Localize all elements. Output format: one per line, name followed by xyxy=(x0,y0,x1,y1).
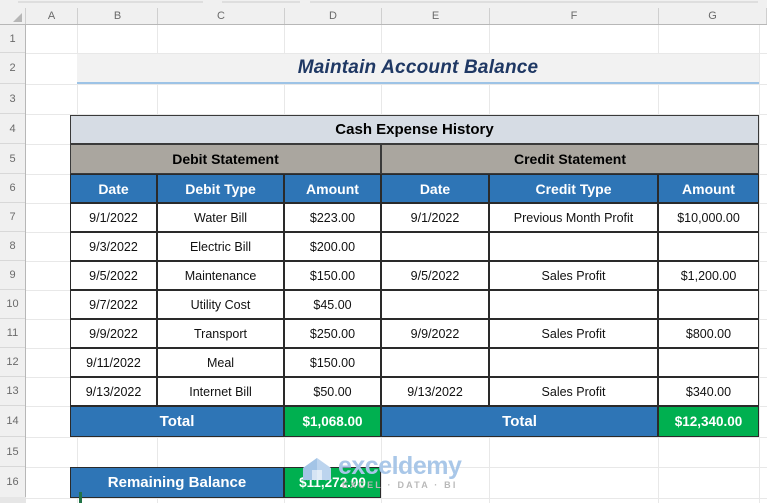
row-header-11[interactable]: 11 xyxy=(0,319,25,348)
ribbon-remnant-strip xyxy=(0,0,767,8)
worksheet-grid[interactable]: Maintain Account Balance Cash Expense Hi… xyxy=(26,25,767,503)
cell-debit-date[interactable]: 9/1/2022 xyxy=(70,203,157,232)
total-label-credit: Total xyxy=(381,406,658,437)
column-header-b[interactable]: B xyxy=(78,8,158,24)
group-header-credit: Credit Statement xyxy=(381,144,759,174)
total-label-debit: Total xyxy=(70,406,284,437)
row-header-2[interactable]: 2 xyxy=(0,53,25,84)
cell-debit-date[interactable]: 9/11/2022 xyxy=(70,348,157,377)
cell-credit-type[interactable] xyxy=(489,348,658,377)
select-all-corner[interactable] xyxy=(0,8,26,24)
cell-credit-date[interactable] xyxy=(381,348,489,377)
cell-debit-type[interactable]: Maintenance xyxy=(157,261,284,290)
table-caption: Cash Expense History xyxy=(70,115,759,144)
cell-debit-amount[interactable]: $50.00 xyxy=(284,377,381,406)
cell-debit-type[interactable]: Electric Bill xyxy=(157,232,284,261)
cell-debit-type[interactable]: Utility Cost xyxy=(157,290,284,319)
gridline xyxy=(26,498,767,499)
cell-debit-type[interactable]: Transport xyxy=(157,319,284,348)
cell-debit-date[interactable]: 9/13/2022 xyxy=(70,377,157,406)
total-value-debit: $1,068.00 xyxy=(284,406,381,437)
ribbon-segment xyxy=(310,1,758,3)
cell-debit-amount[interactable]: $200.00 xyxy=(284,232,381,261)
cell-credit-amount[interactable] xyxy=(658,348,759,377)
cell-credit-amount[interactable]: $800.00 xyxy=(658,319,759,348)
row-header-16[interactable]: 16 xyxy=(0,467,25,498)
column-header-d[interactable]: D xyxy=(285,8,382,24)
cell-credit-date[interactable]: 9/1/2022 xyxy=(381,203,489,232)
remaining-balance-value: $11,272.00 xyxy=(284,467,381,498)
cell-credit-date[interactable] xyxy=(381,232,489,261)
row-header-3[interactable]: 3 xyxy=(0,84,25,114)
cell-credit-type[interactable]: Sales Profit xyxy=(489,377,658,406)
cell-debit-amount[interactable]: $45.00 xyxy=(284,290,381,319)
row-header-gutter: 1 2 3 4 5 6 7 8 9 10 11 12 13 14 15 16 xyxy=(0,25,26,503)
cell-debit-amount[interactable]: $250.00 xyxy=(284,319,381,348)
cell-credit-amount[interactable]: $1,200.00 xyxy=(658,261,759,290)
row-header-5[interactable]: 5 xyxy=(0,144,25,174)
cell-debit-date[interactable]: 9/7/2022 xyxy=(70,290,157,319)
column-header-c[interactable]: C xyxy=(158,8,285,24)
row-header-15[interactable]: 15 xyxy=(0,437,25,467)
bottom-gutter-strip xyxy=(0,497,26,503)
cell-credit-amount[interactable]: $10,000.00 xyxy=(658,203,759,232)
column-label-credit-date: Date xyxy=(381,174,489,203)
cell-credit-type[interactable] xyxy=(489,232,658,261)
remaining-balance-label: Remaining Balance xyxy=(70,467,284,498)
select-all-triangle-icon xyxy=(13,13,22,22)
cell-credit-amount[interactable]: $340.00 xyxy=(658,377,759,406)
page-title: Maintain Account Balance xyxy=(77,54,759,84)
row-header-10[interactable]: 10 xyxy=(0,290,25,319)
gridline xyxy=(759,25,760,503)
cell-debit-amount[interactable]: $223.00 xyxy=(284,203,381,232)
row-header-1[interactable]: 1 xyxy=(0,25,25,53)
row-header-9[interactable]: 9 xyxy=(0,261,25,290)
cell-credit-type[interactable]: Previous Month Profit xyxy=(489,203,658,232)
ribbon-segment xyxy=(18,1,203,3)
ribbon-segment xyxy=(222,1,300,3)
cell-debit-type[interactable]: Meal xyxy=(157,348,284,377)
cell-debit-amount[interactable]: $150.00 xyxy=(284,261,381,290)
cell-credit-type[interactable]: Sales Profit xyxy=(489,319,658,348)
gridline xyxy=(26,84,767,85)
cell-credit-date[interactable]: 9/13/2022 xyxy=(381,377,489,406)
column-label-debit-amount: Amount xyxy=(284,174,381,203)
row-header-12[interactable]: 12 xyxy=(0,348,25,377)
column-header-f[interactable]: F xyxy=(490,8,659,24)
group-header-debit: Debit Statement xyxy=(70,144,381,174)
row-header-8[interactable]: 8 xyxy=(0,232,25,261)
column-label-credit-amount: Amount xyxy=(658,174,759,203)
cell-credit-date[interactable]: 9/9/2022 xyxy=(381,319,489,348)
cell-credit-amount[interactable] xyxy=(658,290,759,319)
column-header-g[interactable]: G xyxy=(659,8,767,24)
cell-debit-date[interactable]: 9/5/2022 xyxy=(70,261,157,290)
cell-credit-date[interactable]: 9/5/2022 xyxy=(381,261,489,290)
total-value-credit: $12,340.00 xyxy=(658,406,759,437)
column-header-a[interactable]: A xyxy=(26,8,78,24)
column-label-debit-date: Date xyxy=(70,174,157,203)
row-header-4[interactable]: 4 xyxy=(0,114,25,144)
column-label-debit-type: Debit Type xyxy=(157,174,284,203)
sheet-tab-indicator[interactable] xyxy=(79,492,82,503)
cell-debit-type[interactable]: Water Bill xyxy=(157,203,284,232)
row-header-7[interactable]: 7 xyxy=(0,203,25,232)
row-header-14[interactable]: 14 xyxy=(0,406,25,437)
row-header-13[interactable]: 13 xyxy=(0,377,25,406)
cell-debit-date[interactable]: 9/9/2022 xyxy=(70,319,157,348)
column-header-e[interactable]: E xyxy=(382,8,490,24)
row-header-6[interactable]: 6 xyxy=(0,174,25,203)
column-label-credit-type: Credit Type xyxy=(489,174,658,203)
cell-credit-amount[interactable] xyxy=(658,232,759,261)
cell-credit-type[interactable] xyxy=(489,290,658,319)
column-header-bar: A B C D E F G xyxy=(0,8,767,25)
cell-credit-type[interactable]: Sales Profit xyxy=(489,261,658,290)
gridline xyxy=(26,437,767,438)
cell-credit-date[interactable] xyxy=(381,290,489,319)
cell-debit-type[interactable]: Internet Bill xyxy=(157,377,284,406)
cell-debit-date[interactable]: 9/3/2022 xyxy=(70,232,157,261)
cell-debit-amount[interactable]: $150.00 xyxy=(284,348,381,377)
